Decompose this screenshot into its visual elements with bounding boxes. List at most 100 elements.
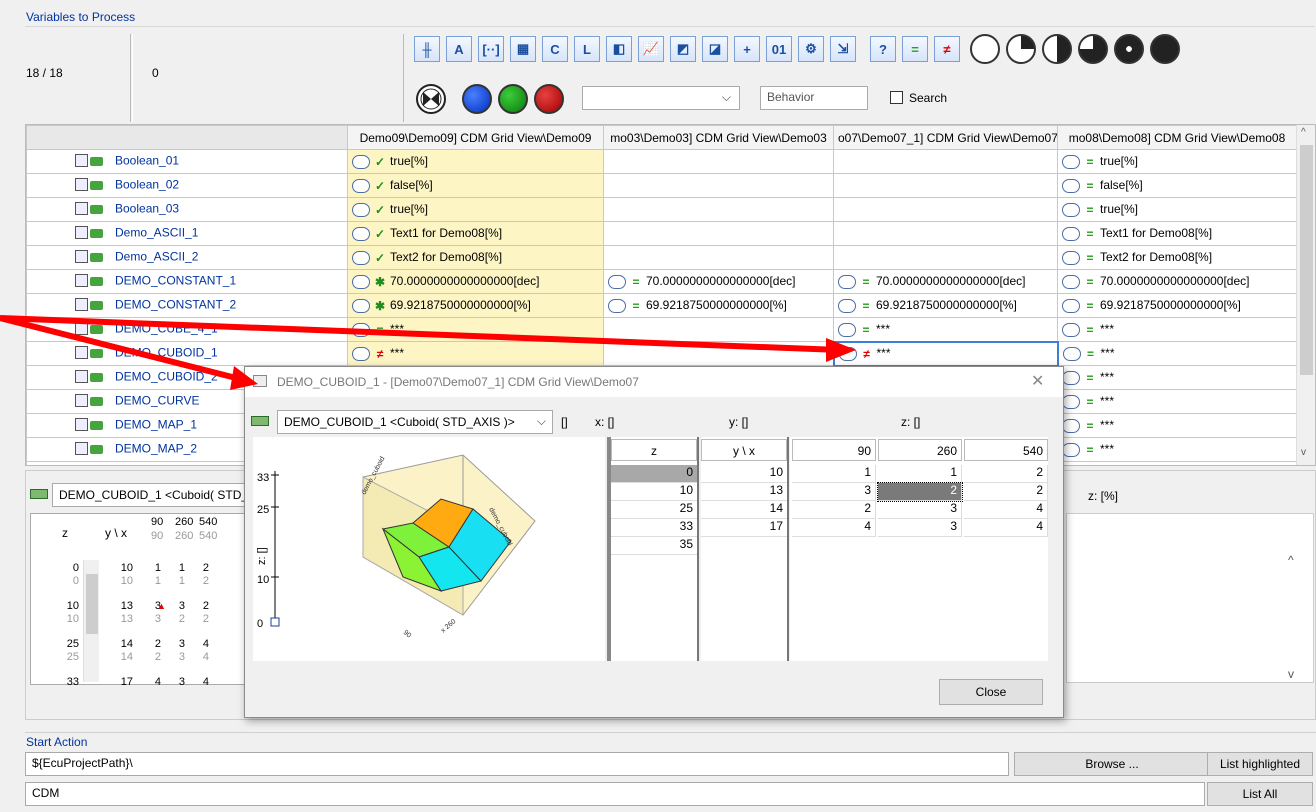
- format-input[interactable]: CDM: [25, 782, 1205, 806]
- row-label[interactable]: Boolean_03: [26, 197, 348, 222]
- grid-cell[interactable]: [833, 197, 1058, 222]
- circle-dark-icon[interactable]: [1114, 34, 1144, 64]
- list-all-button[interactable]: List All: [1207, 782, 1313, 806]
- circle-three-quarter-icon[interactable]: [1078, 34, 1108, 64]
- value-cell[interactable]: 2: [964, 483, 1048, 501]
- column-header[interactable]: mo08\Demo08] CDM Grid View\Demo08: [1057, 125, 1297, 150]
- row-label[interactable]: Boolean_02: [26, 173, 348, 198]
- grid-cell[interactable]: = true[%]: [1057, 149, 1297, 174]
- map-icon[interactable]: ◩: [670, 36, 696, 62]
- grid-cell[interactable]: = 70.0000000000000000[dec]: [1057, 269, 1297, 294]
- grid-cell[interactable]: = ***: [1057, 317, 1297, 342]
- z-value-cell[interactable]: 0: [611, 465, 697, 483]
- table-row[interactable]: Boolean_02 ✓ false[%] = false[%]: [26, 173, 1297, 198]
- table-row[interactable]: Boolean_01 ✓ true[%] = true[%]: [26, 149, 1297, 174]
- grid-cell[interactable]: = ***: [347, 317, 604, 342]
- value-cell[interactable]: 3: [878, 519, 962, 537]
- values-table[interactable]: 90 260 540 112322234434: [790, 437, 1048, 661]
- grid-cell[interactable]: = ***: [1057, 437, 1297, 462]
- grid-cell[interactable]: [833, 173, 1058, 198]
- circle-full-icon[interactable]: [1150, 34, 1180, 64]
- grid-scrollbar[interactable]: ^ v: [1296, 125, 1315, 465]
- grid-cell[interactable]: [603, 341, 834, 366]
- grid-cell[interactable]: ✱ 69.9218750000000000[%]: [347, 293, 604, 318]
- circle-quarter-icon[interactable]: [1006, 34, 1036, 64]
- grid-cell[interactable]: ✓ true[%]: [347, 197, 604, 222]
- grid-cell[interactable]: = Text1 for Demo08[%]: [1057, 221, 1297, 246]
- value-cell[interactable]: 3: [792, 483, 876, 501]
- grid-cell[interactable]: = 69.9218750000000000[%]: [833, 293, 1058, 318]
- grid-cell[interactable]: = ***: [833, 317, 1058, 342]
- grid-cell[interactable]: [833, 149, 1058, 174]
- browse-button[interactable]: Browse ...: [1014, 752, 1210, 776]
- red-filter-icon[interactable]: [534, 84, 564, 114]
- search-checkbox[interactable]: [890, 91, 903, 104]
- behavior-input[interactable]: Behavior: [760, 86, 868, 110]
- row-label[interactable]: DEMO_CONSTANT_2: [26, 293, 348, 318]
- row-label[interactable]: DEMO_CONSTANT_1: [26, 269, 348, 294]
- close-icon[interactable]: ✕: [1031, 371, 1044, 391]
- grid-cell[interactable]: [603, 197, 834, 222]
- x-header-cell[interactable]: 540: [964, 439, 1048, 461]
- value-cell[interactable]: 2: [877, 482, 963, 502]
- y-value-cell[interactable]: 13: [701, 483, 787, 501]
- y-value-cell[interactable]: 17: [701, 519, 787, 537]
- grid-cell[interactable]: ≠ ***: [347, 341, 604, 366]
- table-row[interactable]: Demo_ASCII_1 ✓ Text1 for Demo08[%] = Text1 f…: [26, 221, 1297, 246]
- grid-cell[interactable]: ✓ Text2 for Demo08[%]: [347, 245, 604, 270]
- table-row[interactable]: DEMO_CONSTANT_1 ✱ 70.0000000000000000[dec]…: [26, 269, 1297, 294]
- row-label[interactable]: Demo_ASCII_1: [26, 221, 348, 246]
- x-header-cell[interactable]: 260: [878, 439, 962, 461]
- value-cell[interactable]: 3: [878, 501, 962, 519]
- grid-cell[interactable]: ✓ true[%]: [347, 149, 604, 174]
- table-row[interactable]: Boolean_03 ✓ true[%] = true[%]: [26, 197, 1297, 222]
- grid-cell[interactable]: ≠ ***: [832, 340, 1059, 367]
- unknown-icon[interactable]: ?: [870, 36, 896, 62]
- scroll-down-icon[interactable]: v: [1288, 667, 1294, 681]
- y-axis-table[interactable]: y \ x 10 13 14 17: [701, 437, 787, 661]
- row-label[interactable]: DEMO_CUBOID_1: [26, 341, 348, 366]
- column-header[interactable]: mo03\Demo03] CDM Grid View\Demo03: [603, 125, 834, 150]
- settings-icon[interactable]: ⚙: [798, 36, 824, 62]
- grid-cell[interactable]: = ***: [1057, 341, 1297, 366]
- row-label[interactable]: Boolean_01: [26, 149, 348, 174]
- grid-cell[interactable]: = 69.9218750000000000[%]: [1057, 293, 1297, 318]
- not-equal-icon[interactable]: ≠: [934, 36, 960, 62]
- grid-cell[interactable]: = Text2 for Demo08[%]: [1057, 245, 1297, 270]
- line-chart-icon[interactable]: 📈: [638, 36, 664, 62]
- curve-icon[interactable]: L: [574, 36, 600, 62]
- equal-icon[interactable]: =: [902, 36, 928, 62]
- grid-cell[interactable]: ✓ false[%]: [347, 173, 604, 198]
- path-input[interactable]: ${EcuProjectPath}\: [25, 752, 1009, 776]
- z-value-cell[interactable]: 10: [611, 483, 697, 501]
- add-icon[interactable]: +: [734, 36, 760, 62]
- grid-cell[interactable]: = ***: [1057, 389, 1297, 414]
- value-cell[interactable]: 1: [792, 465, 876, 483]
- grid-cell[interactable]: [603, 317, 834, 342]
- row-label[interactable]: Demo_ASCII_2: [26, 245, 348, 270]
- circle-half-icon[interactable]: [1042, 34, 1072, 64]
- list-highlighted-button[interactable]: List highlighted: [1207, 752, 1313, 776]
- z-value-cell[interactable]: 33: [611, 519, 697, 537]
- table-row[interactable]: DEMO_CUBE_4_1 = *** = *** = ***: [26, 317, 1297, 342]
- value-cell[interactable]: 2: [964, 465, 1048, 483]
- axis-icon[interactable]: ╫: [414, 36, 440, 62]
- z-value-cell[interactable]: 25: [611, 501, 697, 519]
- value-cell[interactable]: 1: [878, 465, 962, 483]
- value-cell[interactable]: 2: [792, 501, 876, 519]
- grid-cell[interactable]: [603, 173, 834, 198]
- z-axis-table[interactable]: z 0 10 25 33 35: [611, 437, 697, 661]
- filter-dropdown[interactable]: ⌵: [582, 86, 740, 110]
- grid-cell[interactable]: = 69.9218750000000000[%]: [603, 293, 834, 318]
- grid-cell[interactable]: = 70.0000000000000000[dec]: [603, 269, 834, 294]
- z-value-cell[interactable]: 35: [611, 537, 697, 555]
- column-header[interactable]: Demo09\Demo09] CDM Grid View\Demo09: [347, 125, 604, 150]
- grid-cell[interactable]: = ***: [1057, 413, 1297, 438]
- grid-cell[interactable]: = 70.0000000000000000[dec]: [833, 269, 1058, 294]
- close-button[interactable]: Close: [939, 679, 1043, 705]
- y-value-cell[interactable]: 14: [701, 501, 787, 519]
- green-filter-icon[interactable]: [498, 84, 528, 114]
- grid-cell[interactable]: ✱ 70.0000000000000000[dec]: [347, 269, 604, 294]
- grid-cell[interactable]: ✓ Text1 for Demo08[%]: [347, 221, 604, 246]
- grid-cell[interactable]: = true[%]: [1057, 197, 1297, 222]
